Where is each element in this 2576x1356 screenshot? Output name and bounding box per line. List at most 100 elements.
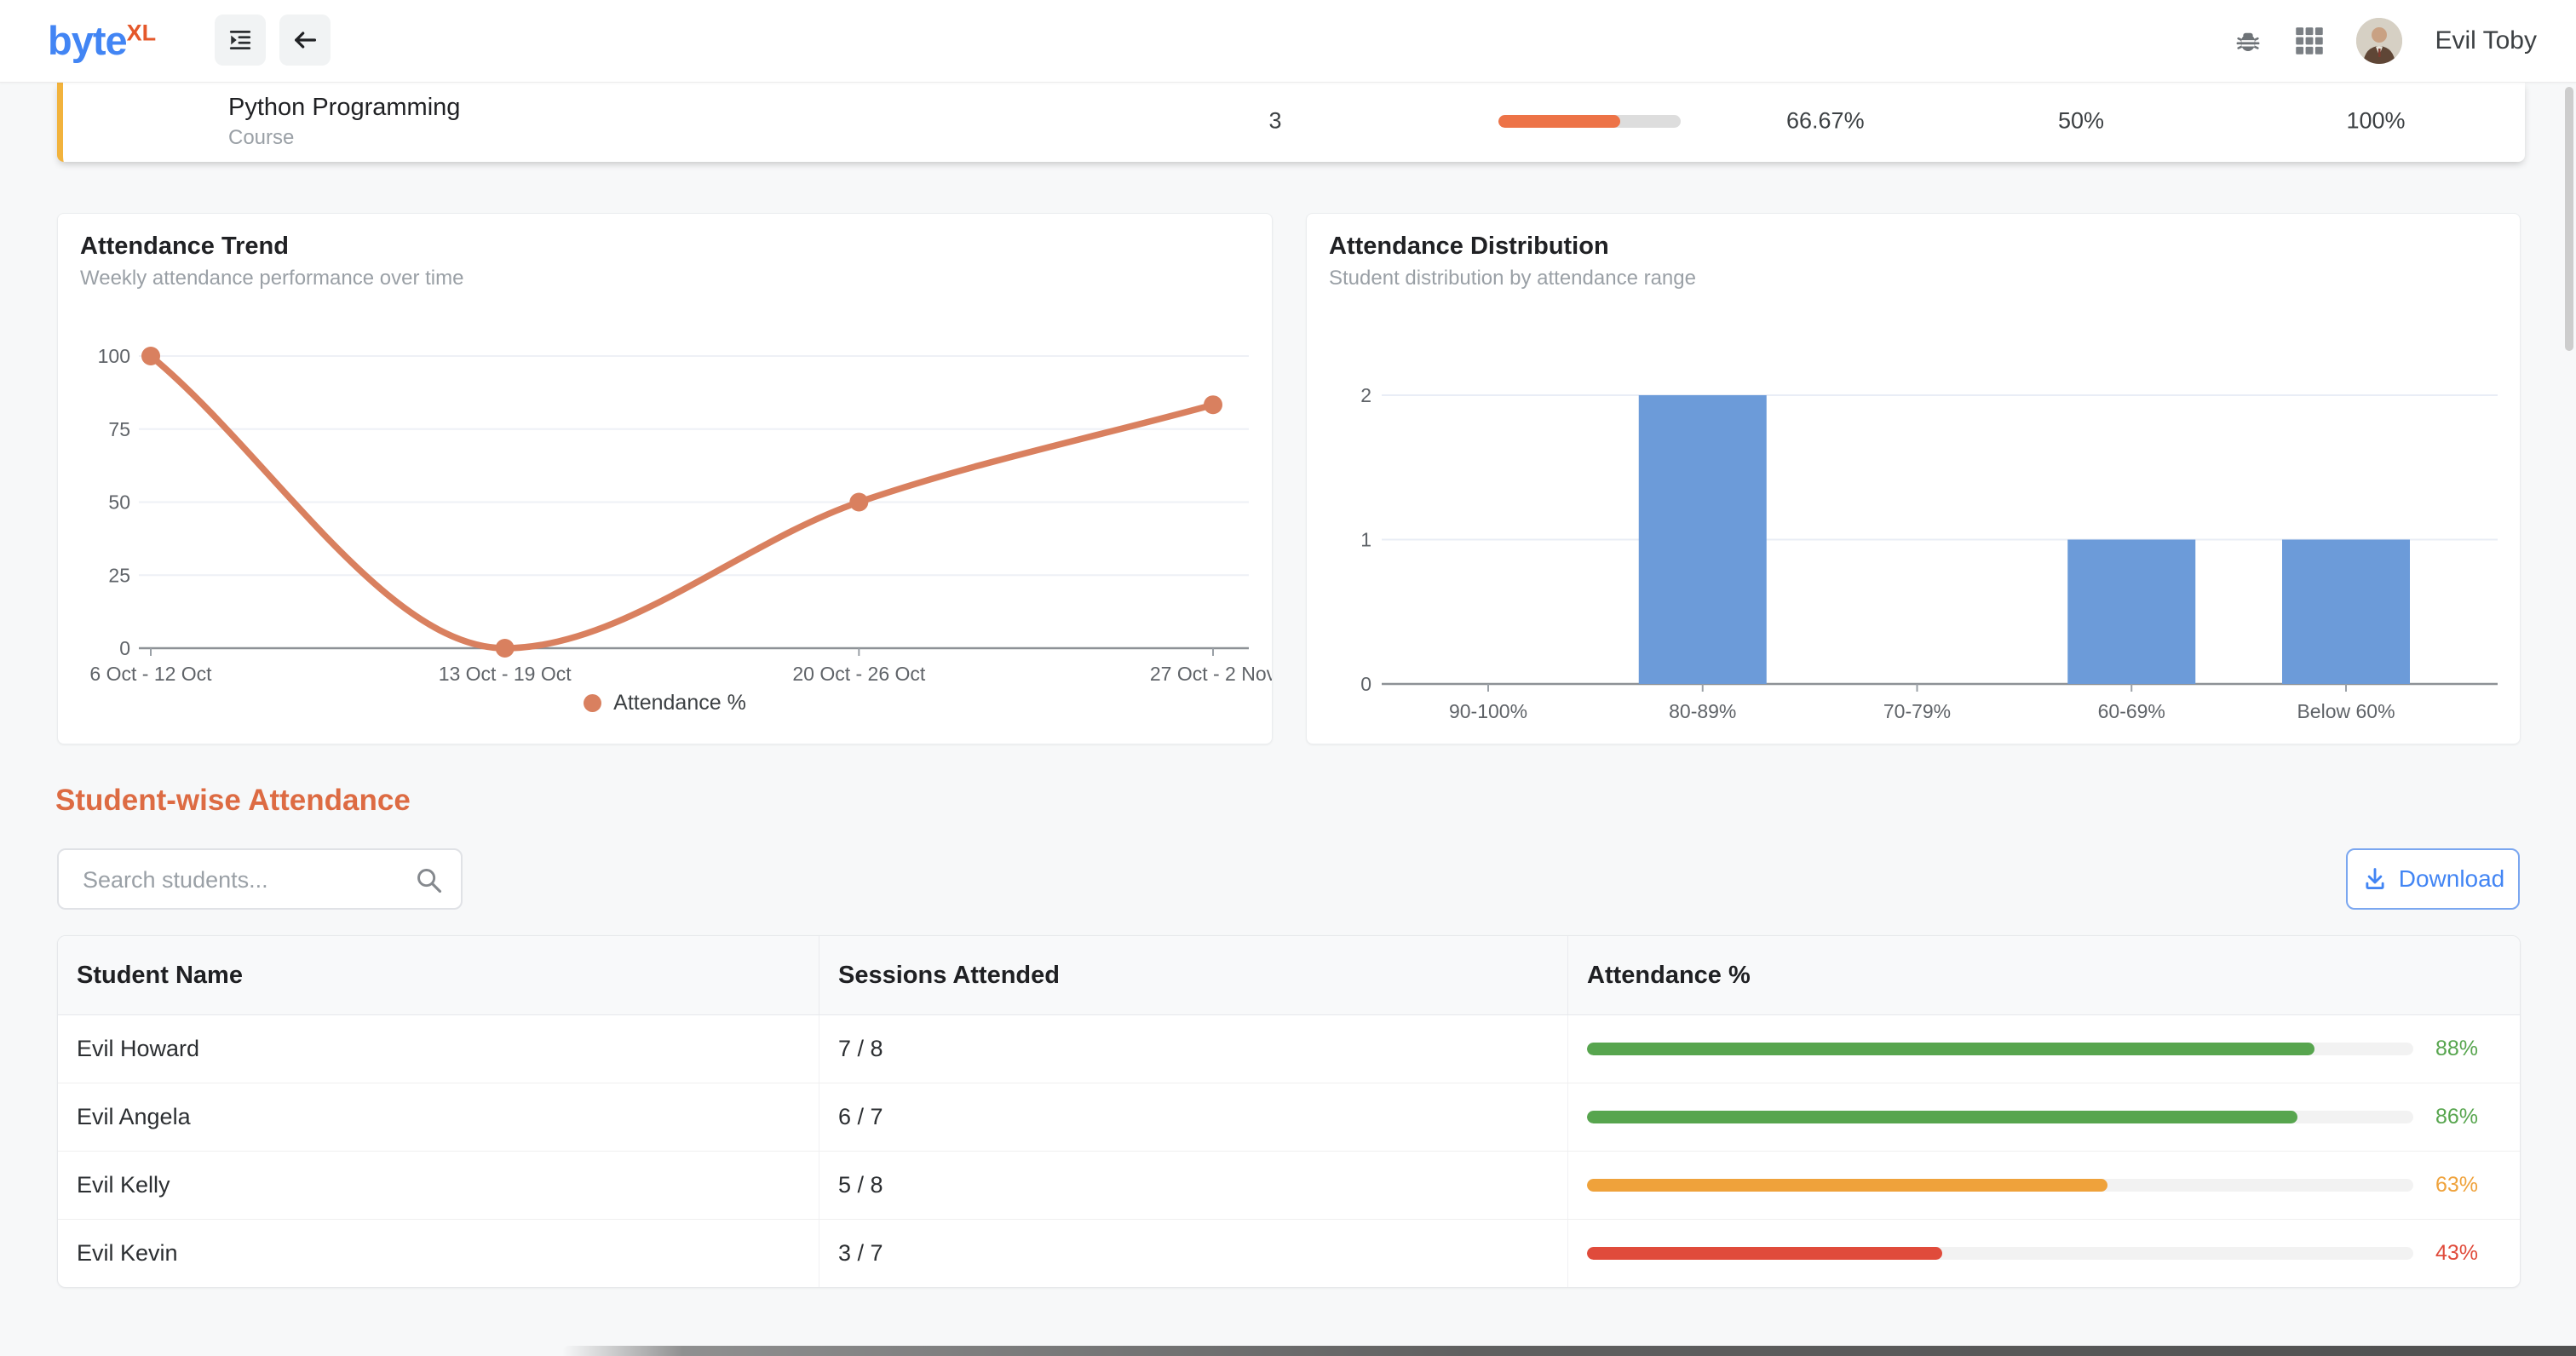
attendance-bar-fill bbox=[1587, 1111, 2297, 1123]
student-name-cell: Evil Howard bbox=[58, 1015, 819, 1083]
scrollbar-thumb[interactable] bbox=[2565, 87, 2573, 351]
y-tick-label: 2 bbox=[1360, 384, 1371, 406]
x-tick-label: 13 Oct - 19 Oct bbox=[439, 663, 572, 685]
x-tick-label: 90-100% bbox=[1449, 700, 1527, 722]
avatar-image bbox=[2356, 18, 2402, 64]
attendance-cell: 43% bbox=[1568, 1220, 2518, 1287]
indent-menu-icon bbox=[227, 27, 253, 53]
attendance-bar-fill bbox=[1587, 1247, 1942, 1260]
attendance-bar-fill bbox=[1587, 1179, 2107, 1192]
course-session-count: 3 bbox=[1268, 108, 1281, 135]
bar bbox=[1639, 395, 1767, 684]
student-name-cell: Evil Angela bbox=[58, 1083, 819, 1151]
x-tick-label: 70-79% bbox=[1883, 700, 1951, 722]
attendance-percent-label: 63% bbox=[2435, 1173, 2478, 1198]
attendance-trend-chart: 0 25 50 75 100 6 Oct - 12 Oct 13 Oct - 19 Oct 2… bbox=[58, 307, 1272, 691]
y-tick-label: 50 bbox=[108, 491, 130, 514]
table-header-row: Student Name Sessions Attended Attendanc… bbox=[58, 936, 2520, 1015]
column-header-student-name: Student Name bbox=[58, 936, 819, 1014]
attendance-percent-label: 43% bbox=[2435, 1241, 2478, 1266]
attendance-bar-track bbox=[1587, 1179, 2413, 1192]
student-search-box bbox=[57, 848, 463, 910]
distribution-title: Attendance Distribution bbox=[1329, 233, 1609, 261]
download-icon bbox=[2361, 865, 2389, 893]
x-tick-label: 80-89% bbox=[1669, 700, 1736, 722]
y-tick-label: 0 bbox=[1360, 673, 1371, 695]
attendance-cell: 86% bbox=[1568, 1083, 2518, 1151]
data-point bbox=[1204, 395, 1222, 414]
user-avatar[interactable] bbox=[2356, 18, 2402, 64]
student-attendance-table: Student Name Sessions Attended Attendanc… bbox=[57, 935, 2521, 1288]
attendance-percent-label: 86% bbox=[2435, 1105, 2478, 1129]
y-tick-label: 75 bbox=[108, 418, 130, 440]
data-point bbox=[496, 639, 515, 658]
attendance-bar-track bbox=[1587, 1043, 2413, 1055]
bug-icon[interactable] bbox=[2234, 26, 2263, 55]
user-name[interactable]: Evil Toby bbox=[2435, 26, 2537, 55]
x-tick-label: 20 Oct - 26 Oct bbox=[792, 663, 926, 685]
course-mid-value: 50% bbox=[2058, 108, 2104, 135]
course-progress-fill bbox=[1498, 115, 1620, 128]
y-tick-label: 100 bbox=[98, 345, 130, 367]
nav-right-cluster: Evil Toby bbox=[2234, 0, 2537, 82]
student-name-cell: Evil Kelly bbox=[58, 1152, 819, 1219]
distribution-subtitle: Student distribution by attendance range bbox=[1329, 267, 1696, 290]
trend-title: Attendance Trend bbox=[80, 233, 289, 261]
window-bottom-shadow bbox=[562, 1346, 2576, 1356]
bar bbox=[2282, 540, 2410, 685]
course-row-card[interactable]: Python Programming Course 3 66.67% 50% 1… bbox=[57, 82, 2525, 162]
course-progress-label: 66.67% bbox=[1786, 108, 1865, 135]
download-button[interactable]: Download bbox=[2346, 848, 2520, 910]
table-row: Evil Kevin3 / 7 43% bbox=[58, 1220, 2520, 1287]
download-label: Download bbox=[2399, 865, 2505, 893]
x-tick-label: 27 Oct - 2 Nov bbox=[1150, 663, 1272, 685]
x-tick-label: 6 Oct - 12 Oct bbox=[89, 663, 212, 685]
attendance-percent-label: 88% bbox=[2435, 1037, 2478, 1061]
apps-grid-icon[interactable] bbox=[2295, 26, 2324, 55]
course-title: Python Programming bbox=[228, 94, 460, 122]
sessions-attended-cell: 6 / 7 bbox=[819, 1083, 1568, 1151]
sessions-attended-cell: 3 / 7 bbox=[819, 1220, 1568, 1287]
course-progress-track bbox=[1498, 115, 1681, 128]
logo-byte: byte bbox=[48, 18, 127, 63]
x-tick-label: 60-69% bbox=[2098, 700, 2165, 722]
attendance-bar-track bbox=[1587, 1247, 2413, 1260]
bar bbox=[2067, 540, 2195, 685]
sessions-attended-cell: 5 / 8 bbox=[819, 1152, 1568, 1219]
table-row: Evil Kelly5 / 8 63% bbox=[58, 1152, 2520, 1220]
column-header-sessions: Sessions Attended bbox=[819, 936, 1568, 1014]
course-right-value: 100% bbox=[2346, 108, 2405, 135]
trend-subtitle: Weekly attendance performance over time bbox=[80, 267, 463, 290]
section-heading: Student-wise Attendance bbox=[55, 784, 411, 818]
page: byteXL bbox=[0, 0, 2576, 1356]
x-tick-label: Below 60% bbox=[2297, 700, 2395, 722]
y-tick-label: 0 bbox=[119, 637, 130, 659]
bytexl-logo[interactable]: byteXL bbox=[48, 17, 156, 64]
legend-label: Attendance % bbox=[613, 691, 746, 715]
table-body: Evil Howard7 / 888%Evil Angela6 / 786%Ev… bbox=[58, 1015, 2520, 1287]
y-tick-label: 25 bbox=[108, 564, 130, 586]
table-row: Evil Angela6 / 7 86% bbox=[58, 1083, 2520, 1152]
sessions-attended-cell: 7 / 8 bbox=[819, 1015, 1568, 1083]
sidebar-toggle-button[interactable] bbox=[215, 14, 266, 66]
back-button[interactable] bbox=[279, 14, 331, 66]
y-tick-label: 1 bbox=[1360, 529, 1371, 551]
attendance-distribution-chart: 0 1 2 90-100% 80-89% 70-79% 60-69% Below 60% bbox=[1307, 307, 2520, 733]
course-subtitle: Course bbox=[228, 126, 294, 150]
attendance-bar-track bbox=[1587, 1111, 2413, 1123]
student-name-cell: Evil Kevin bbox=[58, 1220, 819, 1287]
back-arrow-icon bbox=[291, 26, 319, 54]
attendance-cell: 63% bbox=[1568, 1152, 2518, 1219]
legend-dot bbox=[584, 694, 601, 712]
data-point bbox=[849, 493, 868, 512]
attendance-cell: 88% bbox=[1568, 1015, 2518, 1083]
search-input[interactable] bbox=[81, 850, 408, 910]
attendance-bar-fill bbox=[1587, 1043, 2314, 1055]
logo-xl: XL bbox=[127, 20, 157, 45]
attendance-trend-card: Attendance Trend Weekly attendance perfo… bbox=[57, 213, 1273, 744]
column-header-attendance: Attendance % bbox=[1568, 936, 2518, 1014]
trend-legend: Attendance % bbox=[58, 691, 1272, 715]
attendance-distribution-card: Attendance Distribution Student distribu… bbox=[1306, 213, 2521, 744]
search-icon[interactable] bbox=[415, 866, 444, 895]
top-navbar: byteXL bbox=[0, 0, 2576, 83]
